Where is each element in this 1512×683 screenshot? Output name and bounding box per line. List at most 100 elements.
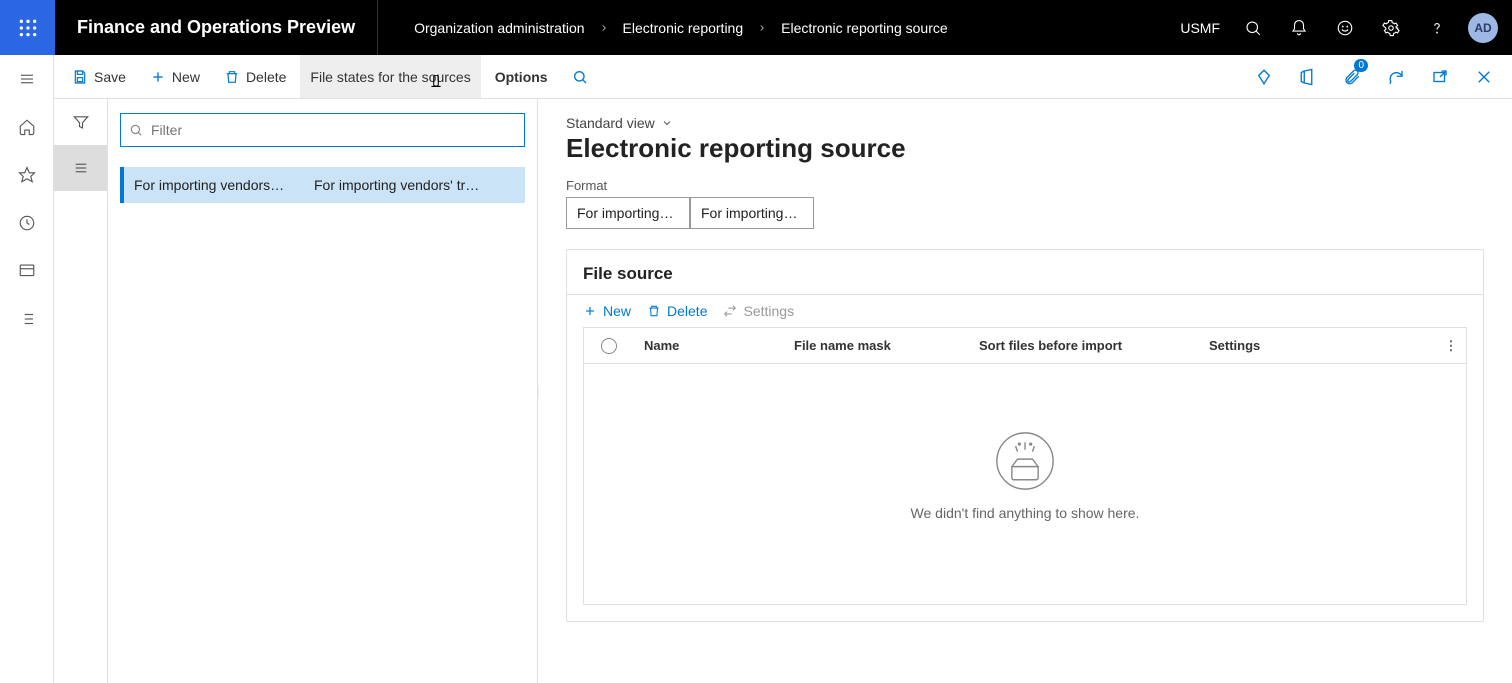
workspace: For importing vendors… For importing ven…	[54, 99, 1512, 683]
plus-icon	[583, 304, 597, 318]
list-item[interactable]: For importing vendors… For importing ven…	[120, 167, 525, 203]
grid-header: Name File name mask Sort files before im…	[584, 328, 1466, 364]
format-label: Format	[566, 178, 1484, 193]
page-title: Electronic reporting source	[566, 133, 1484, 164]
clock-icon	[18, 214, 36, 232]
options-button[interactable]: Options	[485, 55, 558, 98]
toolbar-office-button[interactable]	[1288, 55, 1328, 98]
save-button[interactable]: Save	[62, 55, 136, 98]
list-view-rail	[54, 99, 108, 683]
options-label: Options	[495, 69, 548, 85]
smile-icon	[1336, 19, 1354, 37]
file-source-new-button[interactable]: New	[583, 303, 631, 319]
nav-expand-button[interactable]	[0, 55, 54, 103]
list-pane: For importing vendors… For importing ven…	[108, 99, 538, 683]
waffle-icon	[18, 18, 38, 38]
filter-box[interactable]	[120, 113, 525, 147]
main-area: Save New Delete File states for the sour…	[0, 55, 1512, 683]
nav-workspaces-button[interactable]	[0, 247, 54, 295]
format-field: For importing… For importing…	[566, 197, 1484, 229]
file-source-toolbar: New Delete Settings	[567, 295, 1483, 327]
breadcrumb: Organization administration Electronic r…	[378, 20, 1170, 36]
swap-icon	[723, 304, 737, 318]
format-value-1[interactable]: For importing…	[566, 197, 690, 229]
list-icon	[72, 159, 90, 177]
avatar[interactable]: AD	[1468, 13, 1498, 43]
list-item-col2: For importing vendors' tr…	[314, 177, 515, 193]
grid-col-name[interactable]: Name	[634, 338, 784, 353]
attachment-badge: 0	[1354, 59, 1368, 72]
company-code[interactable]: USMF	[1170, 20, 1230, 36]
bell-icon	[1290, 19, 1308, 37]
header-right: USMF AD	[1170, 0, 1512, 55]
grid-column-menu[interactable]: ⋮	[1436, 338, 1466, 354]
save-icon	[72, 69, 88, 85]
filter-input[interactable]	[149, 121, 516, 139]
breadcrumb-item[interactable]: Electronic reporting	[623, 20, 744, 36]
gear-icon	[1382, 19, 1400, 37]
new-button[interactable]: New	[140, 55, 210, 98]
file-source-new-label: New	[603, 303, 631, 319]
chevron-down-icon	[661, 117, 673, 129]
delete-button[interactable]: Delete	[214, 55, 296, 98]
star-icon	[18, 166, 36, 184]
toolbar-refresh-button[interactable]	[1376, 55, 1416, 98]
empty-box-icon	[995, 431, 1055, 491]
close-icon	[1475, 68, 1493, 86]
grid-col-sort[interactable]: Sort files before import	[969, 338, 1199, 353]
file-source-delete-button[interactable]: Delete	[647, 303, 707, 319]
detail-pane: || Standard view Electronic reporting so…	[538, 99, 1512, 683]
toolbar-popout-button[interactable]	[1420, 55, 1460, 98]
office-icon	[1299, 68, 1317, 86]
delete-label: Delete	[246, 69, 286, 85]
nav-favorites-button[interactable]	[0, 151, 54, 199]
feedback-button[interactable]	[1322, 0, 1368, 55]
chevron-right-icon	[757, 23, 767, 33]
grid-col-mask[interactable]: File name mask	[784, 338, 969, 353]
toolbar-search-button[interactable]	[562, 55, 598, 98]
search-icon	[129, 123, 143, 137]
help-icon	[1428, 19, 1446, 37]
nav-recent-button[interactable]	[0, 199, 54, 247]
refresh-icon	[1387, 68, 1405, 86]
toolbar-attachments-button[interactable]: 0	[1332, 55, 1372, 98]
file-source-card: File source New Delete Settings	[566, 249, 1484, 622]
help-button[interactable]	[1414, 0, 1460, 55]
toolbar-close-button[interactable]	[1464, 55, 1504, 98]
filter-icon	[72, 113, 90, 131]
search-icon	[1244, 19, 1262, 37]
nav-modules-button[interactable]	[0, 295, 54, 343]
file-source-delete-label: Delete	[667, 303, 707, 319]
file-states-button[interactable]: File states for the sources	[300, 55, 480, 98]
action-bar: Save New Delete File states for the sour…	[54, 55, 1512, 99]
workspace-icon	[18, 262, 36, 280]
notifications-button[interactable]	[1276, 0, 1322, 55]
trash-icon	[647, 304, 661, 318]
file-source-title: File source	[567, 250, 1483, 295]
modules-icon	[18, 310, 36, 328]
record-list: For importing vendors… For importing ven…	[120, 167, 525, 203]
view-selector[interactable]: Standard view	[566, 115, 1484, 131]
list-pane-button[interactable]	[54, 145, 107, 191]
chevron-right-icon	[599, 23, 609, 33]
left-rail	[0, 55, 54, 683]
nav-home-button[interactable]	[0, 103, 54, 151]
filter-pane-button[interactable]	[54, 99, 107, 145]
file-states-label: File states for the sources	[310, 69, 470, 85]
file-source-settings-button[interactable]: Settings	[723, 303, 794, 319]
search-button[interactable]	[1230, 0, 1276, 55]
grid-empty-text: We didn't find anything to show here.	[911, 505, 1140, 521]
content-column: Save New Delete File states for the sour…	[54, 55, 1512, 683]
app-launcher-button[interactable]	[0, 0, 55, 55]
circle-icon	[601, 338, 617, 354]
settings-button[interactable]	[1368, 0, 1414, 55]
grid-col-settings[interactable]: Settings	[1199, 338, 1436, 353]
toolbar-diamond-button[interactable]	[1244, 55, 1284, 98]
new-label: New	[172, 69, 200, 85]
breadcrumb-item[interactable]: Organization administration	[414, 20, 584, 36]
grid-select-all[interactable]	[584, 338, 634, 354]
breadcrumb-item[interactable]: Electronic reporting source	[781, 20, 948, 36]
file-source-settings-label: Settings	[743, 303, 794, 319]
format-value-2[interactable]: For importing…	[690, 197, 814, 229]
top-header: Finance and Operations Preview Organizat…	[0, 0, 1512, 55]
